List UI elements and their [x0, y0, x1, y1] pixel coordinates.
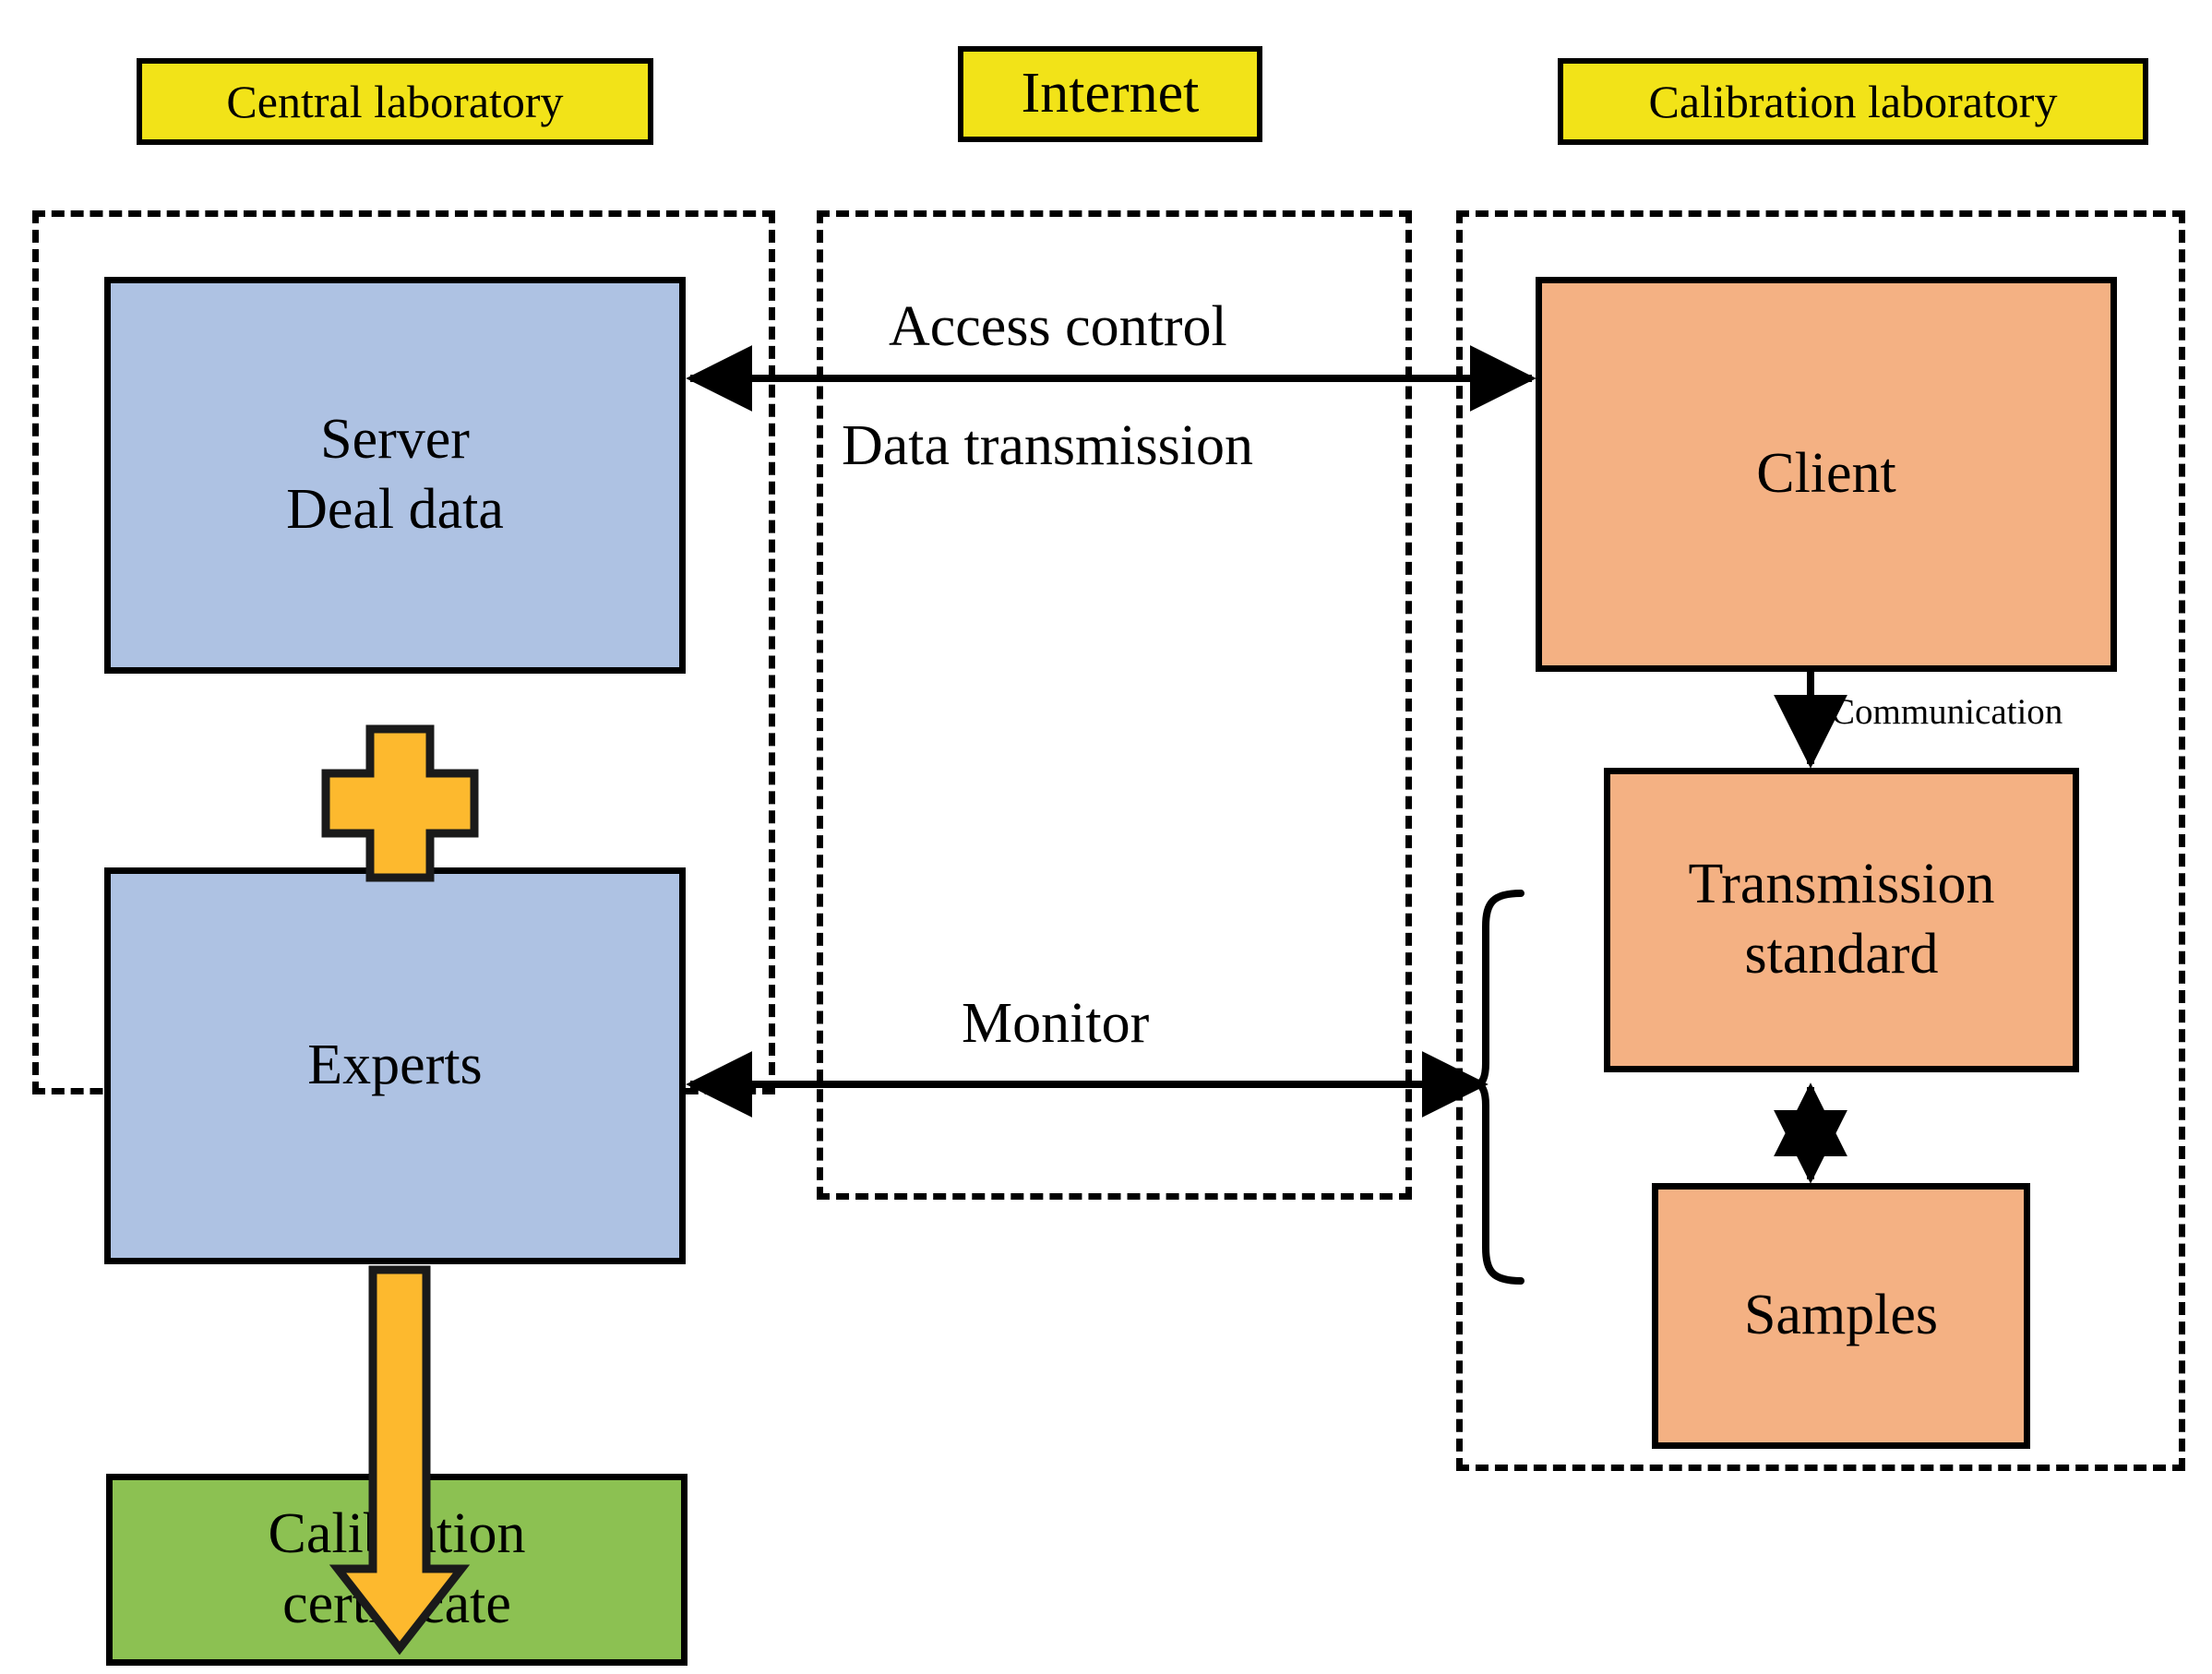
node-experts[interactable]: Experts: [104, 867, 686, 1264]
edge-label-communication: Communication: [1831, 692, 2063, 732]
edge-label-access-control: Access control: [889, 295, 1227, 358]
zone-tag-central-laboratory-label: Central laboratory: [226, 75, 564, 127]
node-transmission-standard-label: Transmission standard: [1688, 853, 1995, 986]
node-client[interactable]: Client: [1536, 277, 2117, 672]
zone-tag-internet: Internet: [958, 46, 1262, 142]
node-server[interactable]: Server Deal data: [104, 277, 686, 674]
edge-label-data-transmission: Data transmission: [842, 414, 1253, 477]
zone-tag-calibration-laboratory: Calibration laboratory: [1558, 58, 2148, 145]
zone-tag-calibration-laboratory-label: Calibration laboratory: [1648, 75, 2058, 127]
node-samples[interactable]: Samples: [1652, 1183, 2030, 1449]
diagram-canvas: Central laboratory Internet Calibration …: [0, 0, 2212, 1674]
node-transmission-standard[interactable]: Transmission standard: [1604, 768, 2079, 1072]
node-client-label: Client: [1756, 442, 1896, 506]
node-calibration-certificate-label: Calibration certificate: [268, 1502, 526, 1635]
edge-label-monitor: Monitor: [962, 992, 1150, 1055]
node-server-label: Server Deal data: [286, 408, 504, 541]
node-samples-label: Samples: [1743, 1284, 1939, 1347]
node-experts-label: Experts: [307, 1034, 483, 1097]
node-calibration-certificate[interactable]: Calibration certificate: [106, 1474, 688, 1666]
zone-tag-central-laboratory: Central laboratory: [137, 58, 653, 145]
zone-tag-internet-label: Internet: [1021, 62, 1200, 126]
